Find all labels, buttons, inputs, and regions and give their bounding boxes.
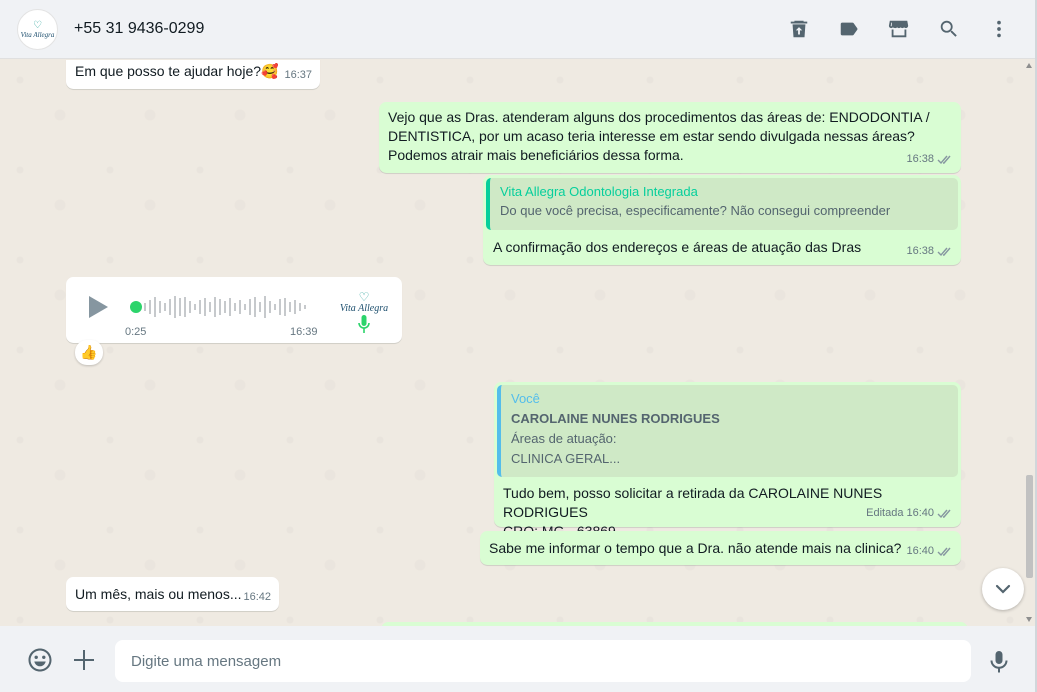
message-text: A confirmação dos endereços e áreas de a… [493, 239, 862, 255]
message-time: 16:38 [906, 153, 934, 165]
contact-avatar[interactable]: ♡ Vita Allegra [17, 9, 58, 50]
compose-bar [0, 626, 1035, 692]
message-incoming[interactable]: Em que posso te ajudar hoje?🥰 16:37 [66, 60, 320, 89]
message-outgoing[interactable]: Sabe me informar o tempo que a Dra. não … [480, 531, 961, 565]
message-incoming[interactable]: Um mês, mais ou menos... 16:42 [66, 577, 279, 611]
message-line: DENTISTICA, por um acaso teria interesse… [388, 128, 915, 144]
message-outgoing-reply[interactable]: Você CAROLAINE NUNES RODRIGUES Áreas de … [494, 382, 961, 539]
scroll-up-arrow[interactable] [1026, 63, 1032, 68]
scrollbar-thumb[interactable] [1026, 475, 1033, 578]
menu-icon[interactable] [987, 17, 1011, 41]
message-time: 16:37 [284, 69, 312, 81]
audio-progress-knob[interactable] [130, 301, 142, 313]
quoted-message[interactable]: Vita Allegra Odontologia Integrada Do qu… [486, 178, 958, 230]
message-time: 16:42 [243, 591, 271, 603]
search-icon[interactable] [937, 17, 961, 41]
store-icon[interactable] [887, 17, 911, 41]
chat-header: ♡ Vita Allegra +55 31 9436-0299 [0, 0, 1035, 59]
message-text: Sabe me informar o tempo que a Dra. não … [489, 540, 902, 556]
play-icon[interactable] [87, 295, 109, 319]
avatar-logo-text: Vita Allegra [20, 30, 55, 39]
message-time: 16:40 [906, 545, 934, 557]
quote-line: Áreas de atuação: [511, 431, 617, 446]
quote-text: Do que você precisa, especificamente? Nã… [500, 203, 891, 218]
contact-name[interactable]: +55 31 9436-0299 [74, 20, 204, 38]
audio-duration: 0:25 [125, 326, 147, 338]
quoted-message[interactable]: Você CAROLAINE NUNES RODRIGUES Áreas de … [497, 385, 958, 477]
scroll-down-arrow[interactable] [1026, 617, 1032, 622]
edited-label: Editada [866, 507, 904, 519]
message-outgoing-reply[interactable]: Vita Allegra Odontologia Integrada Do qu… [483, 175, 961, 265]
message-outgoing[interactable]: Vejo que as Dras. atenderam alguns dos p… [379, 102, 961, 173]
microphone-icon [358, 315, 370, 333]
message-time: 16:40 [906, 507, 934, 519]
audio-waveform[interactable] [144, 295, 312, 319]
double-check-icon [937, 247, 951, 257]
message-text: Vejo que as Dras. atenderam alguns dos p… [388, 108, 930, 165]
double-check-icon [937, 155, 951, 165]
message-line: Vejo que as Dras. atenderam alguns dos p… [388, 109, 930, 125]
quote-title: CAROLAINE NUNES RODRIGUES [511, 411, 720, 426]
chevron-down-icon [995, 584, 1011, 594]
quote-author: Você [511, 391, 540, 406]
double-check-icon [937, 547, 951, 557]
message-text: Um mês, mais ou menos... [75, 586, 242, 602]
double-check-icon [937, 509, 951, 519]
attach-plus-icon[interactable] [70, 646, 98, 674]
delete-icon[interactable] [787, 17, 811, 41]
message-time: 16:38 [906, 245, 934, 257]
emoji-icon[interactable] [26, 646, 54, 674]
tooth-logo-icon: ♡ [33, 19, 42, 31]
avatar-logo-text: Vita Allegra [339, 303, 389, 314]
message-audio[interactable]: 0:25 16:39 ♡ Vita Allegra [66, 277, 402, 343]
chat-panel[interactable]: Em que posso te ajudar hoje?🥰 16:37 Vejo… [0, 60, 1035, 626]
message-line: Podemos atrair mais beneficiários dessa … [388, 147, 684, 163]
message-input[interactable] [115, 640, 971, 682]
message-time: 16:39 [290, 326, 318, 338]
label-icon[interactable] [837, 17, 861, 41]
quote-line: CLINICA GERAL... [511, 451, 621, 466]
tooth-logo-icon: ♡ [358, 290, 370, 304]
reaction-badge[interactable]: 👍 [75, 340, 103, 365]
sender-avatar: ♡ Vita Allegra [336, 291, 392, 337]
microphone-icon[interactable] [985, 648, 1013, 676]
scroll-to-bottom-button[interactable] [982, 568, 1024, 610]
quote-author: Vita Allegra Odontologia Integrada [500, 184, 698, 199]
message-text: Em que posso te ajudar hoje?🥰 [75, 63, 279, 79]
